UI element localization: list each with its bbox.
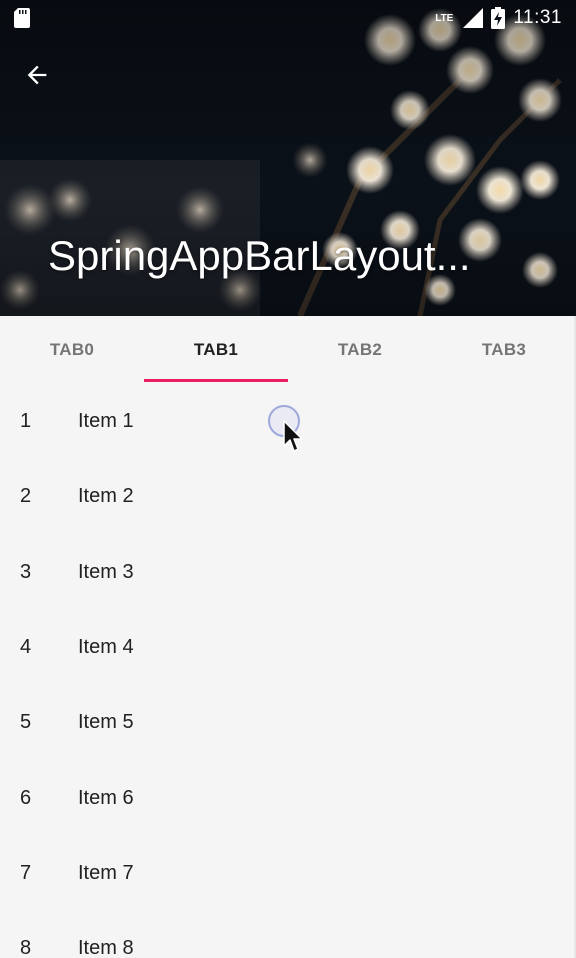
mouse-cursor-icon (283, 420, 303, 452)
item-label: Item 7 (78, 861, 134, 884)
item-number: 5 (20, 711, 32, 734)
tab-1[interactable]: TAB1 (144, 316, 288, 384)
network-type: LTE (435, 12, 454, 24)
tab-3[interactable]: TAB3 (432, 316, 576, 384)
item-label: Item 2 (78, 485, 134, 508)
item-number: 2 (20, 485, 32, 508)
item-list[interactable]: 1 Item 1 2 Item 2 3 Item 3 4 Item 4 5 It… (0, 384, 576, 958)
item-number: 4 (20, 636, 32, 659)
list-item[interactable]: 7 Item 7 (0, 836, 576, 911)
app-bar-title: SpringAppBarLayout... (48, 232, 471, 279)
tab-2[interactable]: TAB2 (288, 316, 432, 384)
item-label: Item 3 (78, 560, 134, 583)
item-label: Item 8 (78, 937, 134, 958)
item-number: 8 (20, 937, 32, 958)
sd-card-icon (14, 8, 30, 28)
item-number: 3 (20, 560, 32, 583)
item-label: Item 6 (78, 786, 134, 809)
item-label: Item 5 (78, 711, 134, 734)
status-clock: 11:31 (513, 7, 562, 28)
collapsing-app-bar: LTE 11:31 SpringAppBarLayout... (0, 0, 576, 316)
item-label: Item 1 (78, 410, 134, 433)
list-item[interactable]: 3 Item 3 (0, 535, 576, 610)
item-label: Item 4 (78, 636, 134, 659)
list-item[interactable]: 5 Item 5 (0, 685, 576, 760)
item-number: 7 (20, 861, 32, 884)
arrow-back-icon (27, 65, 47, 85)
signal-icon (463, 8, 484, 28)
item-number: 6 (20, 786, 32, 809)
battery-charging-icon (491, 7, 506, 29)
status-bar: LTE 11:31 (0, 0, 576, 36)
item-number: 1 (20, 410, 32, 433)
back-button[interactable] (14, 52, 60, 98)
list-item[interactable]: 6 Item 6 (0, 760, 576, 835)
list-item[interactable]: 8 Item 8 (0, 911, 576, 958)
list-item[interactable]: 2 Item 2 (0, 459, 576, 534)
list-item[interactable]: 4 Item 4 (0, 610, 576, 685)
tab-bar: TAB0 TAB1 TAB2 TAB3 (0, 316, 576, 384)
tab-0[interactable]: TAB0 (0, 316, 144, 384)
